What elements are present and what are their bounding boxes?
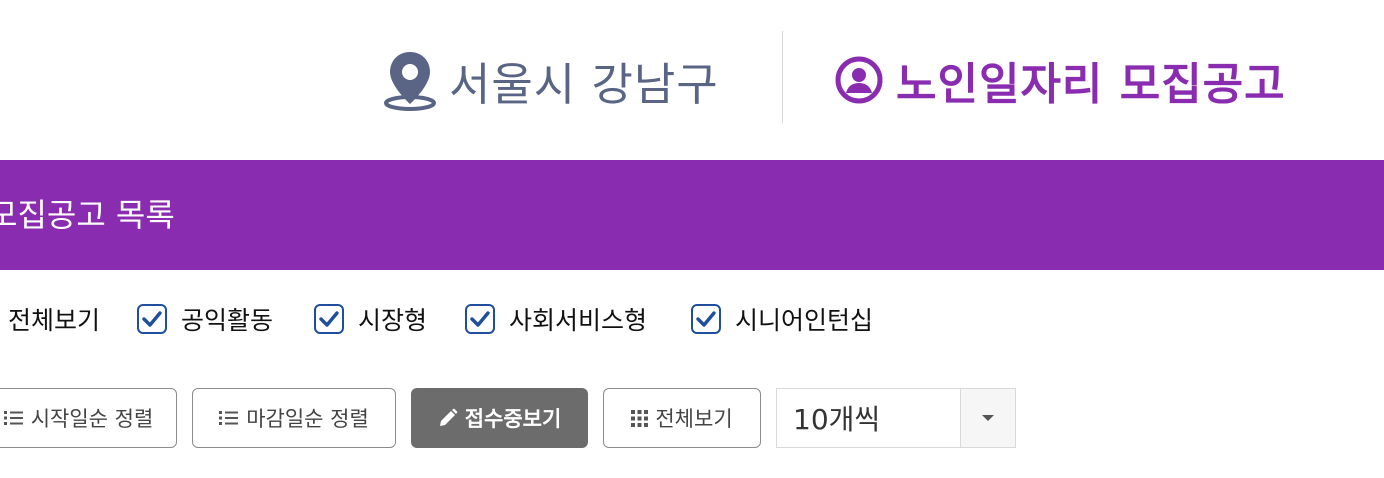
category-filters: 전체보기 공익활동 시장형 사회서비스형 시니어인턴십: [0, 296, 1384, 342]
page: 서울시 강남구 노인일자리 모집공고 모집공고 목록 전체보기 공익활동 시장형…: [0, 0, 1384, 478]
filter-senior-intern[interactable]: 시니어인턴십: [691, 296, 873, 342]
filter-market-type-checkbox[interactable]: [314, 304, 344, 334]
list-actions: 시작일순 정렬 마감일순 정렬 접수중보기 전체보기: [0, 388, 1384, 448]
filter-social-service-label: 사회서비스형: [509, 306, 648, 335]
caret-down-icon[interactable]: [960, 389, 1015, 447]
check-icon: [696, 311, 716, 327]
view-receiving-label: 접수중보기: [464, 407, 562, 431]
view-receiving-button[interactable]: 접수중보기: [411, 388, 588, 448]
check-icon: [470, 311, 490, 327]
map-pin-icon: [383, 48, 437, 112]
header-divider: [782, 31, 783, 123]
check-icon: [319, 311, 339, 327]
view-all-label: 전체보기: [655, 407, 733, 431]
page-size-value: 10개씩: [793, 403, 881, 436]
pencil-icon: [438, 408, 458, 428]
location-text: 서울시 강남구: [449, 57, 719, 111]
filter-public-activity-label: 공익활동: [181, 306, 274, 335]
filter-senior-intern-label: 시니어인턴십: [735, 306, 874, 335]
list-icon: [219, 410, 239, 426]
sort-by-deadline-label: 마감일순 정렬: [246, 407, 369, 431]
header: 서울시 강남구 노인일자리 모집공고: [0, 0, 1384, 160]
filter-all-label: 전체보기: [8, 306, 101, 335]
filter-public-activity-checkbox[interactable]: [137, 304, 167, 334]
check-icon: [142, 311, 162, 327]
filter-social-service-checkbox[interactable]: [465, 304, 495, 334]
page-size-select[interactable]: 10개씩: [776, 388, 1016, 448]
grid-icon: [631, 409, 649, 427]
brand-title[interactable]: 노인일자리 모집공고: [834, 48, 1286, 112]
filter-social-service[interactable]: 사회서비스형: [465, 296, 647, 342]
list-icon: [3, 410, 24, 426]
location-display: 서울시 강남구: [383, 48, 719, 112]
filter-all[interactable]: 전체보기: [0, 296, 100, 342]
user-circle-icon: [834, 55, 884, 105]
brand-title-text: 노인일자리 모집공고: [896, 59, 1286, 110]
sort-by-start-button[interactable]: 시작일순 정렬: [0, 388, 177, 448]
list-title: 모집공고 목록: [0, 196, 175, 234]
view-all-button[interactable]: 전체보기: [603, 388, 761, 448]
filter-public-activity[interactable]: 공익활동: [137, 296, 273, 342]
filter-market-type-label: 시장형: [358, 306, 428, 335]
filter-market-type[interactable]: 시장형: [314, 296, 427, 342]
list-title-bar: 모집공고 목록: [0, 160, 1384, 270]
sort-by-start-label: 시작일순 정렬: [30, 407, 154, 431]
filter-senior-intern-checkbox[interactable]: [691, 304, 721, 334]
sort-by-deadline-button[interactable]: 마감일순 정렬: [192, 388, 396, 448]
